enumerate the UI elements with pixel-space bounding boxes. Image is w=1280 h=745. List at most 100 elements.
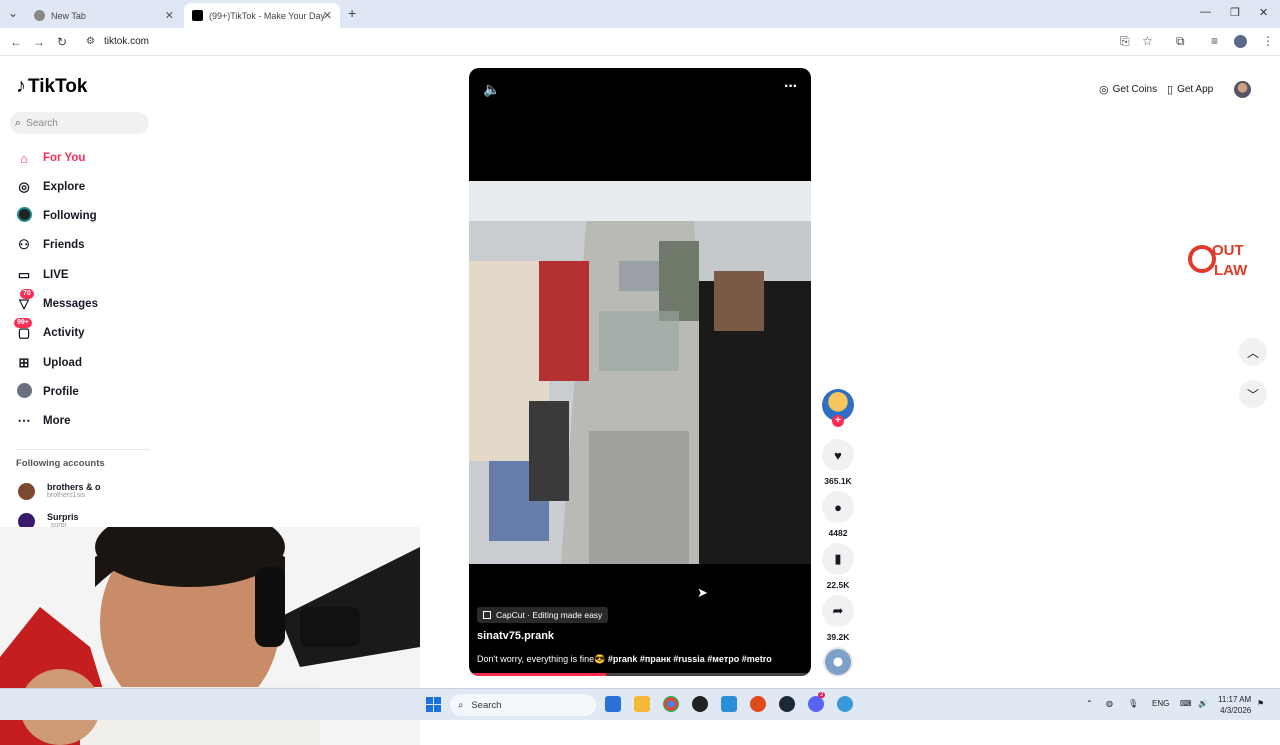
like-count: 365.1K [824,476,852,486]
sidebar-item-label: LIVE [43,269,69,281]
search-icon: ⌕ [15,116,22,129]
close-icon[interactable]: ✕ [323,9,332,22]
notifications-icon[interactable]: ⚑ [1257,699,1264,708]
media-controls-icon[interactable]: ≡ [1211,34,1218,48]
next-video-button[interactable]: ﹀ [1239,380,1267,408]
sidebar-item-following[interactable]: Following [16,206,97,226]
browser-app-icon[interactable] [837,696,853,712]
close-window-icon[interactable]: ✕ [1259,6,1268,19]
tiktok-note-icon: ♪ [16,75,26,97]
video-player[interactable]: 🔈 ··· CapCut · Editing made easy sinatv7… [469,68,811,676]
discord-app-icon[interactable] [808,696,824,712]
language-indicator[interactable]: ENG [1152,699,1169,708]
game-app-icon[interactable] [750,696,766,712]
reload-icon[interactable]: ↻ [57,35,67,49]
sidebar-item-messages[interactable]: ▽ 70 Messages [16,289,98,314]
following-account-item[interactable]: brothers & o brothers1sis [18,482,101,500]
tiktok-favicon-icon [192,10,203,21]
previous-video-button[interactable]: ︿ [1239,338,1267,366]
compass-icon: ◎ [18,179,30,194]
follow-plus-icon[interactable]: + [832,415,844,427]
windows-taskbar: ⌕ Search 2 ⌃ ◍ 🎙 ENG ⌨ 🔊 11:17 AM 4/3/20… [0,688,1280,720]
tab-new-tab[interactable]: New Tab ✕ [26,3,182,28]
creator-avatar[interactable]: + [822,389,854,427]
obs-app-icon[interactable] [692,696,708,712]
share-button[interactable]: ➦ 39.2K [822,595,854,642]
microphone-icon[interactable]: 🎙 [1128,699,1138,708]
following-accounts-title: Following accounts [16,458,105,469]
taskbar-clock[interactable]: 11:17 AM 4/3/2026 [1218,694,1251,716]
volume-icon[interactable]: 🔊 [1198,699,1208,708]
video-progress-bar[interactable] [469,673,811,676]
sidebar-item-activity[interactable]: ▢ 99+ Activity [14,318,85,343]
avatar [18,482,35,500]
search-input[interactable]: ⌕ Search [10,112,149,134]
browser-address-bar: ← → ↻ ⚙ tiktok.com ⎘ ☆ ⧉ ≡ ⋮ [0,28,1280,56]
new-tab-plus-icon[interactable]: + [348,5,356,21]
file-explorer-app-icon[interactable] [605,696,621,712]
forward-arrow-icon[interactable]: → [33,35,45,49]
sidebar-item-label: Following [43,210,97,222]
volume-icon[interactable]: 🔈 [483,81,500,98]
video-author[interactable]: sinatv75.prank [477,630,554,642]
sidebar-item-upload[interactable]: ⊞ Upload [16,353,82,373]
like-button[interactable]: ♥ 365.1K [822,439,854,486]
profile-avatar-icon[interactable] [1234,35,1247,48]
video-caption: Don't worry, everything is fine😎 [477,654,606,664]
get-coins-button[interactable]: ◎ Get Coins [1099,83,1157,96]
sidebar-item-friends[interactable]: ⚇ Friends [16,235,85,255]
search-icon: ⌕ [458,699,464,711]
save-button[interactable]: ▮ 22.5K [822,543,854,590]
close-icon[interactable]: ✕ [165,9,174,22]
sidebar-item-label: Explore [43,181,86,193]
video-frame [469,181,811,564]
url-field[interactable]: tiktok.com [104,36,149,47]
tab-list-chevron-icon[interactable]: ⌄ [8,6,18,20]
sidebar-item-live[interactable]: ▭ LIVE [16,265,69,285]
friends-icon: ⚇ [18,237,30,252]
chrome-app-icon[interactable] [663,696,679,712]
save-count: 22.5K [826,580,850,590]
network-icon[interactable]: ⌨ [1180,699,1192,708]
sidebar-item-profile[interactable]: Profile [16,382,79,402]
tray-chevron-icon[interactable]: ⌃ [1086,699,1093,708]
tab-title: (99+)TikTok - Make Your Day [209,10,325,21]
user-avatar[interactable] [1234,81,1251,98]
comment-button[interactable]: ● 4482 [822,491,854,538]
upload-icon: ⊞ [18,355,30,370]
get-app-button[interactable]: ▯ Get App [1167,83,1213,96]
music-disc-icon[interactable] [823,647,853,677]
install-app-icon[interactable]: ⎘ [1120,34,1130,49]
clock-date: 4/3/2026 [1220,706,1252,715]
photos-app-icon[interactable] [721,696,737,712]
chevron-up-icon: ︿ [1246,345,1259,360]
tab-tiktok[interactable]: (99+)TikTok - Make Your Day ✕ [184,3,340,28]
capcut-anchor-badge[interactable]: CapCut · Editing made easy [477,607,609,623]
site-info-icon[interactable]: ⚙ [86,36,95,47]
sidebar-item-label: Friends [43,239,85,251]
steam-app-icon[interactable] [779,696,795,712]
menu-kebab-icon[interactable]: ⋮ [1262,34,1274,48]
windows-start-icon[interactable] [426,697,441,712]
restore-icon[interactable]: ❐ [1230,6,1240,19]
comment-icon: ● [822,491,854,523]
tray-app-icon[interactable]: ◍ [1106,699,1113,708]
more-options-icon[interactable]: ··· [784,78,798,96]
sidebar-item-more[interactable]: ⋯ More [16,411,71,431]
notification-badge: 2 [818,692,826,698]
video-hashtags[interactable]: #prank #пранк #russia #метро #metro [608,654,772,664]
bookmark-star-icon[interactable]: ☆ [1142,34,1153,48]
back-arrow-icon[interactable]: ← [10,35,22,49]
sidebar-item-for-you[interactable]: ⌂ For You [16,148,85,168]
taskbar-search-input[interactable]: ⌕ Search [450,694,596,716]
sidebar-item-label: Upload [43,357,82,369]
subway-scene-image [469,181,811,564]
extensions-icon[interactable]: ⧉ [1176,34,1185,49]
more-icon: ⋯ [17,413,31,428]
activity-badge: 99+ [14,318,32,328]
tiktok-logo[interactable]: ♪ TikTok [16,75,87,98]
minimize-icon[interactable]: — [1200,6,1211,18]
folder-app-icon[interactable] [634,696,650,712]
sidebar-item-explore[interactable]: ◎ Explore [16,177,85,197]
clock-time: 11:17 AM [1218,695,1252,704]
